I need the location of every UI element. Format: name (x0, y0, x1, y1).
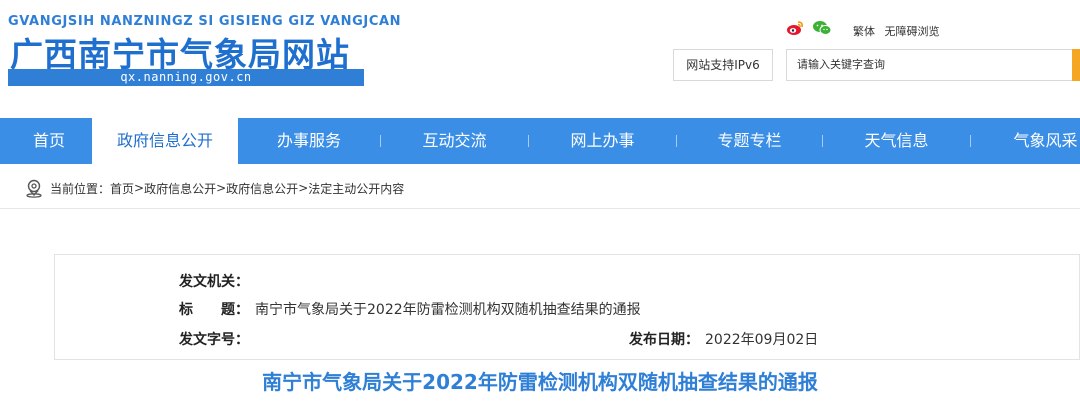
nav-item-gov-info[interactable]: 政府信息公开 (92, 118, 238, 164)
docno-label: 发文字号： (179, 332, 249, 348)
breadcrumb-separator: > (298, 181, 309, 195)
traditional-chinese-link[interactable]: 繁体 (853, 25, 875, 38)
article-title: 南宁市气象局关于2022年防雷检测机构双随机抽查结果的通报 (262, 370, 818, 394)
breadcrumb-separator: > (134, 181, 145, 195)
nav-item-services[interactable]: 办事服务 (238, 118, 380, 164)
breadcrumb-item-gov-info[interactable]: 政府信息公开 (144, 180, 216, 197)
ipv6-badge: 网站支持IPv6 (673, 49, 773, 81)
nav-item-interaction[interactable]: 互动交流 (381, 118, 528, 164)
issuer-label: 发文机关： (179, 274, 249, 290)
main-nav: 首页 政府信息公开 办事服务 互动交流 网上办事 专题专栏 天气信息 气象风采 (0, 118, 1080, 164)
site-header: GVANGJSIH NANZNINGZ SI GISIENG GIZ VANGJ… (0, 0, 1080, 118)
title-value: 南宁市气象局关于2022年防雷检测机构双随机抽查结果的通报 (255, 302, 641, 318)
nav-item-topics[interactable]: 专题专栏 (677, 118, 822, 164)
accessibility-link[interactable]: 无障碍浏览 (885, 25, 940, 38)
date-value: 2022年09月02日 (705, 332, 819, 348)
breadcrumb-prefix: 当前位置： (50, 181, 111, 196)
logo-url: qx.nanning.gov.cn (8, 69, 364, 86)
breadcrumb: 当前位置： 首页 > 政府信息公开 > 政府信息公开 > 法定主动公开内容 (24, 178, 404, 198)
breadcrumb-separator: > (216, 181, 227, 195)
logo-subtitle: GVANGJSIH NANZNINGZ SI GISIENG GIZ VANGJ… (8, 14, 402, 29)
wechat-icon[interactable] (812, 20, 832, 36)
nav-item-weather[interactable]: 天气信息 (823, 118, 970, 164)
breadcrumb-divider (0, 208, 1080, 209)
document-info-box: 发文机关： 标 题： 南宁市气象局关于2022年防雷检测机构双随机抽查结果的通报… (54, 254, 1080, 360)
date-label: 发布日期： (629, 332, 699, 348)
breadcrumb-item-current[interactable]: 法定主动公开内容 (308, 180, 404, 197)
title-label: 标 题： (179, 302, 249, 318)
nav-item-home[interactable]: 首页 (0, 118, 98, 164)
top-links: 繁体 无障碍浏览 (853, 23, 946, 39)
location-icon (26, 179, 42, 198)
nav-separator (970, 135, 971, 147)
social-links (786, 20, 832, 36)
nav-item-online[interactable]: 网上办事 (529, 118, 676, 164)
weibo-icon[interactable] (786, 20, 804, 36)
nav-item-style[interactable]: 气象风采 (972, 118, 1080, 164)
breadcrumb-item-gov-info-2[interactable]: 政府信息公开 (226, 180, 298, 197)
search-input[interactable]: 请输入关键字查询 (786, 49, 1076, 81)
breadcrumb-item-home[interactable]: 首页 (110, 180, 134, 197)
search-button[interactable] (1072, 49, 1080, 81)
